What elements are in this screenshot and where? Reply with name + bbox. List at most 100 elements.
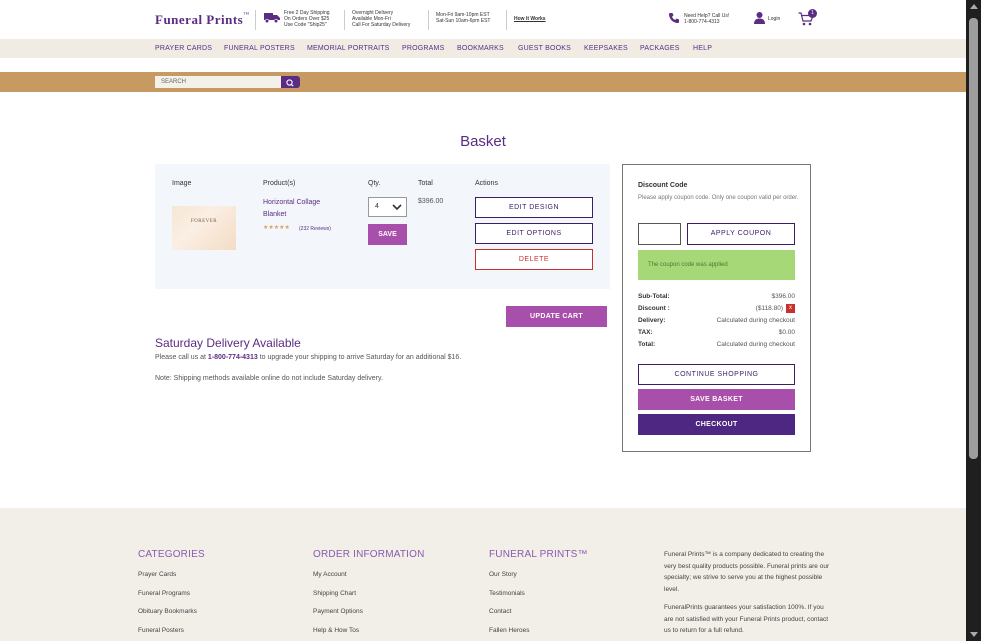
footer-link[interactable]: Prayer Cards — [138, 571, 176, 578]
footer-link[interactable]: Obituary Bookmarks — [138, 608, 197, 615]
phone-icon — [669, 13, 679, 23]
nav-guest-books[interactable]: GUEST BOOKS — [518, 45, 571, 52]
help-phone-info[interactable]: Need Help? Call Us! 1-800-774-4313 — [684, 13, 729, 25]
footer-link[interactable]: Fallen Heroes — [489, 627, 529, 634]
nav-keepsakes[interactable]: KEEPSAKES — [584, 45, 628, 52]
help-phone: 1-800-774-4313 — [684, 19, 720, 25]
how-it-works-link[interactable]: How It Works — [514, 16, 546, 22]
cart-count-badge: 1 — [808, 9, 817, 18]
footer-link[interactable]: Contact — [489, 608, 511, 615]
subtotal-label: Sub-Total: — [638, 293, 670, 300]
continue-shopping-button[interactable]: CONTINUE SHOPPING — [638, 364, 795, 385]
footer-order-info-title: ORDER INFORMATION — [313, 549, 425, 560]
divider — [344, 10, 345, 30]
scroll-down-arrow[interactable] — [970, 632, 978, 637]
footer-funeral-prints-title: FUNERAL PRINTS™ — [489, 549, 588, 560]
remove-discount-button[interactable]: x — [786, 304, 795, 313]
divider — [506, 10, 507, 30]
footer-link[interactable]: Funeral Posters — [138, 627, 184, 634]
edit-design-button[interactable]: EDIT DESIGN — [475, 197, 593, 218]
search-band: SEARCH — [0, 72, 966, 92]
nav-programs[interactable]: PROGRAMS — [402, 45, 444, 52]
total-value: Calculated during checkout — [716, 341, 795, 348]
footer-link[interactable]: Shipping Chart — [313, 590, 356, 597]
hours-line: Sat-Sun 10am-6pm EST — [436, 18, 491, 24]
nav-funeral-posters[interactable]: FUNERAL POSTERS — [224, 45, 295, 52]
column-header-total: Total — [418, 180, 433, 187]
scrollbar-thumb[interactable] — [969, 18, 978, 459]
footer-link[interactable]: Payment Options — [313, 608, 363, 615]
nav-bookmarks[interactable]: BOOKMARKS — [457, 45, 504, 52]
saturday-text-post: to upgrade your shipping to arrive Satur… — [257, 354, 462, 361]
thumbnail-text: FOREVER — [190, 219, 218, 224]
subtotal-value: $396.00 — [771, 293, 796, 300]
footer-link[interactable]: Our Story — [489, 571, 517, 578]
footer-about-text: Funeral Prints™ is a company dedicated t… — [664, 551, 830, 593]
top-header: Funeral Prints™ Free 2 Day Shipping On O… — [0, 0, 966, 39]
divider — [428, 10, 429, 30]
logo[interactable]: Funeral Prints™ — [155, 12, 250, 28]
discount-value: ($118.80) — [755, 305, 783, 313]
save-basket-button[interactable]: SAVE BASKET — [638, 389, 795, 410]
tax-label: TAX: — [638, 329, 653, 336]
update-cart-button[interactable]: UPDATE CART — [506, 306, 607, 327]
user-icon[interactable] — [753, 11, 766, 24]
footer-link[interactable]: Funeral Programs — [138, 590, 190, 597]
product-name-link[interactable]: Horizontal Collage Blanket — [263, 197, 343, 221]
saturday-text-pre: Please call us at — [155, 354, 208, 361]
truck-icon — [264, 13, 280, 23]
total-label: Total: — [638, 341, 656, 348]
search-button[interactable] — [281, 76, 300, 88]
search-icon — [286, 79, 294, 87]
footer-link[interactable]: My Account — [313, 571, 347, 578]
edit-options-button[interactable]: EDIT OPTIONS — [475, 223, 593, 244]
discount-help-text: Please apply coupon code. Only one coupo… — [638, 195, 799, 201]
footer-guarantee-text: FuneralPrints guarantees your satisfacti… — [664, 604, 829, 634]
page: Funeral Prints™ Free 2 Day Shipping On O… — [0, 0, 966, 641]
apply-coupon-button[interactable]: APPLY COUPON — [687, 223, 795, 245]
chevron-down-icon — [392, 204, 402, 211]
nav-memorial-portraits[interactable]: MEMORIAL PORTRAITS — [307, 45, 390, 52]
main-nav: PRAYER CARDS FUNERAL POSTERS MEMORIAL PO… — [0, 39, 966, 58]
checkout-button[interactable]: CHECKOUT — [638, 414, 795, 435]
discount-code-title: Discount Code — [638, 182, 688, 189]
footer-link[interactable]: Testimonials — [489, 590, 525, 597]
search-input[interactable]: SEARCH — [155, 76, 281, 88]
overnight-info: Overnight Delivery Available Mon-Fri Cal… — [352, 10, 410, 28]
discount-value-row: ($118.80) x — [756, 304, 795, 313]
column-header-actions: Actions — [475, 180, 498, 187]
footer-categories-title: CATEGORIES — [138, 549, 205, 560]
overnight-line: Call For Saturday Delivery — [352, 22, 411, 28]
save-qty-button[interactable]: SAVE — [368, 224, 407, 245]
footer-link[interactable]: Help & How Tos — [313, 627, 359, 634]
saturday-delivery-text: Please call us at 1-800-774-4313 to upgr… — [155, 354, 461, 361]
nav-help[interactable]: HELP — [693, 45, 712, 52]
delete-button[interactable]: DELETE — [475, 249, 593, 270]
rating-stars: ★★★★★ — [263, 225, 290, 231]
product-thumbnail[interactable]: FOREVER — [172, 206, 236, 250]
column-header-image: Image — [172, 180, 192, 187]
login-link[interactable]: Login — [768, 16, 780, 22]
logo-text: Funeral Prints — [155, 12, 244, 27]
column-header-qty: Qty. — [368, 180, 381, 187]
order-summary-panel: Discount Code Please apply coupon code. … — [622, 164, 811, 452]
free-shipping-info: Free 2 Day Shipping On Orders Over $25 U… — [284, 10, 330, 28]
vertical-scrollbar[interactable] — [966, 0, 981, 641]
free-shipping-line: Use Code "Ship25" — [284, 22, 327, 28]
nav-prayer-cards[interactable]: PRAYER CARDS — [155, 45, 212, 52]
delivery-value: Calculated during checkout — [716, 317, 795, 324]
item-total: $396.00 — [418, 198, 444, 205]
coupon-code-input[interactable] — [638, 223, 681, 245]
coupon-success-alert: The coupon code was applied — [638, 250, 795, 280]
hours-info: Mon-Fri 9am-10pm EST Sat-Sun 10am-6pm ES… — [436, 12, 490, 24]
saturday-phone-link[interactable]: 1-800-774-4313 — [208, 354, 258, 361]
column-header-product: Product(s) — [263, 180, 296, 187]
delivery-label: Delivery: — [638, 317, 666, 324]
reviews-link[interactable]: (232 Reviews) — [299, 226, 331, 232]
quantity-select[interactable]: 4 — [368, 197, 407, 217]
basket-table: Image Product(s) Qty. Total Actions FORE… — [155, 164, 610, 289]
scroll-up-arrow[interactable] — [970, 4, 978, 9]
nav-packages[interactable]: PACKAGES — [640, 45, 680, 52]
logo-tm: ™ — [243, 12, 250, 18]
footer: CATEGORIES Prayer Cards Funeral Programs… — [0, 508, 966, 641]
